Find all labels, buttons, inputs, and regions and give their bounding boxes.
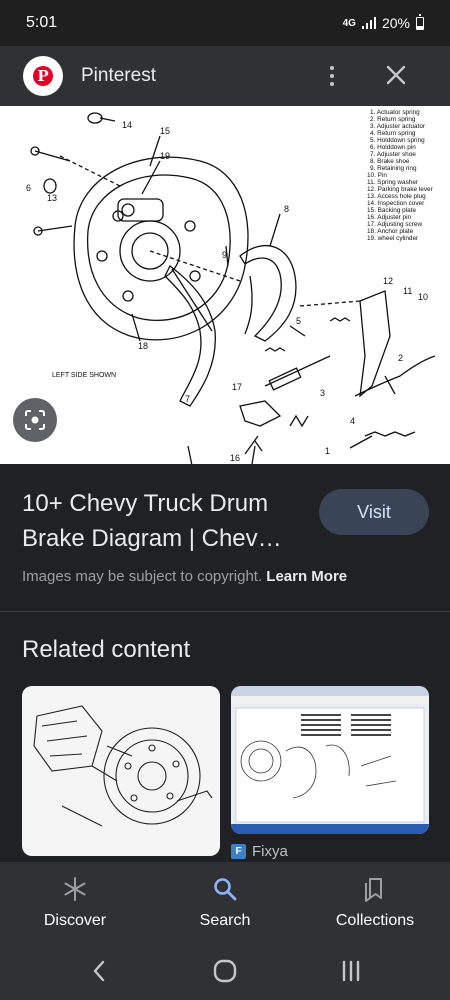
callout: 13 bbox=[47, 193, 57, 203]
home-icon[interactable] bbox=[211, 956, 239, 986]
legend-item: 5. Holddown spring bbox=[370, 137, 425, 144]
related-card[interactable] bbox=[22, 686, 220, 856]
legend-item: 18. Anchor plate bbox=[367, 228, 414, 235]
legend-item: 4. Return spring bbox=[370, 130, 416, 137]
back-icon[interactable] bbox=[86, 956, 112, 986]
google-lens-icon[interactable] bbox=[13, 398, 57, 442]
search-icon bbox=[212, 876, 238, 902]
related-card-image bbox=[33, 705, 213, 827]
callout: 2 bbox=[398, 353, 403, 363]
callout: 4 bbox=[350, 416, 355, 426]
legend-item: 14. Inspection cover bbox=[367, 200, 425, 207]
callout: 19 bbox=[160, 151, 170, 161]
battery-percent: 20% bbox=[381, 15, 410, 31]
callout: 14 bbox=[122, 120, 132, 130]
related-card-source[interactable]: F Fixya bbox=[231, 843, 288, 860]
callout: 18 bbox=[138, 341, 148, 351]
result-title[interactable]: 10+ Chevy Truck Drum Brake Diagram | Che… bbox=[22, 486, 302, 556]
signal-icon bbox=[361, 17, 376, 29]
status-bar: 5:01 4G 20% bbox=[0, 0, 450, 46]
related-card[interactable] bbox=[231, 686, 429, 834]
nav-collections-label: Collections bbox=[335, 912, 415, 929]
nav-search[interactable]: Search bbox=[150, 862, 300, 942]
related-card-source-label: Fixya bbox=[252, 843, 288, 860]
status-time: 5:01 bbox=[26, 14, 58, 31]
legend-item: 2. Return spring bbox=[370, 116, 416, 123]
network-type: 4G bbox=[342, 17, 356, 29]
callout: 17 bbox=[232, 382, 242, 392]
callout: 1 bbox=[325, 446, 330, 456]
nav-collections[interactable]: Collections bbox=[300, 862, 450, 942]
legend-item: 16. Adjuster pin bbox=[367, 214, 411, 221]
legend-item: 9. Retaining ring bbox=[370, 165, 417, 172]
callout: 12 bbox=[383, 276, 393, 286]
callout: 8 bbox=[284, 204, 289, 214]
copyright-text: Images may be subject to copyright. bbox=[22, 568, 263, 585]
legend-item: 13. Access hole plug bbox=[367, 193, 426, 200]
pinterest-logo-icon: P bbox=[33, 66, 53, 86]
legend-item: 11. Spring washer bbox=[367, 179, 419, 186]
collections-icon bbox=[362, 876, 388, 902]
callout: 7 bbox=[185, 394, 190, 404]
brake-diagram: 14 15 19 6 13 8 9 7 18 12 11 10 5 2 17 3… bbox=[26, 109, 436, 464]
callout: 10 bbox=[418, 292, 428, 302]
legend-item: 3. Adjuster actuator bbox=[370, 123, 426, 130]
more-vert-icon[interactable] bbox=[322, 60, 342, 92]
battery-icon bbox=[416, 13, 424, 30]
app-bar: P Pinterest bbox=[0, 46, 450, 106]
visit-button[interactable]: Visit bbox=[319, 489, 429, 535]
legend-item: 1. Actuator spring bbox=[370, 109, 420, 116]
app-title: Pinterest bbox=[81, 65, 156, 86]
callout: 15 bbox=[160, 126, 170, 136]
legend-item: 17. Adjusting screw bbox=[367, 221, 422, 228]
recents-icon[interactable] bbox=[338, 956, 364, 986]
divider bbox=[0, 611, 450, 612]
diagram-caption: LEFT SIDE SHOWN bbox=[52, 372, 116, 379]
callout: 16 bbox=[230, 453, 240, 463]
legend-item: 19. wheel cylinder bbox=[367, 235, 419, 242]
close-icon[interactable] bbox=[383, 59, 409, 91]
result-title-line2: Brake Diagram | Chev… bbox=[22, 525, 282, 552]
fixya-icon: F bbox=[231, 844, 246, 859]
related-card-image bbox=[231, 686, 429, 834]
legend-item: 7. Adjuster shoe bbox=[370, 151, 416, 158]
legend-item: 8. Brake shoe bbox=[370, 158, 410, 165]
legend-item: 12. Parking brake lever bbox=[367, 186, 434, 193]
copyright-notice: Images may be subject to copyright. Lear… bbox=[22, 568, 347, 585]
related-heading: Related content bbox=[22, 636, 191, 663]
nav-discover[interactable]: Discover bbox=[0, 862, 150, 942]
legend-item: 6. Holddown pin bbox=[370, 144, 416, 151]
bottom-nav: Discover Search Collections bbox=[0, 862, 450, 942]
pinterest-logo[interactable]: P bbox=[23, 56, 63, 96]
status-icons: 4G 20% bbox=[342, 13, 424, 31]
callout: 3 bbox=[320, 388, 325, 398]
result-title-line1: 10+ Chevy Truck Drum bbox=[22, 490, 269, 517]
learn-more-link[interactable]: Learn More bbox=[266, 568, 347, 585]
legend-item: 10. Pin bbox=[367, 172, 387, 179]
asterisk-icon bbox=[62, 876, 88, 902]
system-nav-bar bbox=[0, 942, 450, 1000]
callout: 6 bbox=[26, 183, 31, 193]
result-image[interactable]: 14 15 19 6 13 8 9 7 18 12 11 10 5 2 17 3… bbox=[0, 106, 450, 464]
nav-discover-label: Discover bbox=[43, 912, 107, 929]
callout: 5 bbox=[296, 316, 301, 326]
callout: 9 bbox=[222, 250, 227, 260]
callout: 11 bbox=[403, 286, 412, 296]
legend-item: 15. Backing plate bbox=[367, 207, 416, 214]
nav-search-label: Search bbox=[199, 912, 251, 929]
